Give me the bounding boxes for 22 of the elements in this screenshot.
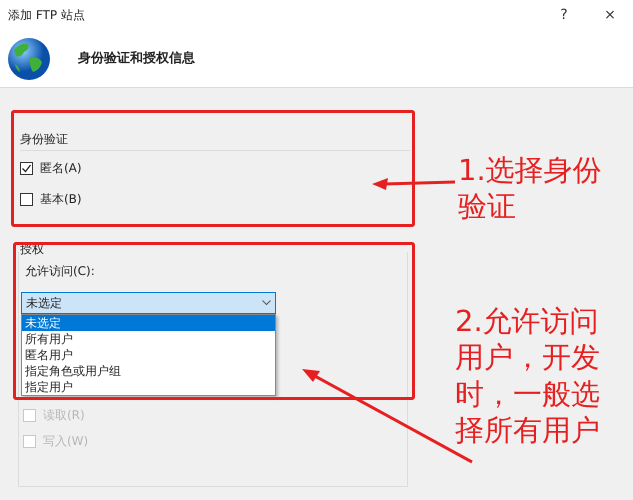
- header-title: 身份验证和授权信息: [78, 50, 195, 68]
- access-dropdown[interactable]: 未选定: [21, 292, 276, 314]
- dropdown-option[interactable]: 指定用户: [22, 379, 275, 395]
- checkbox-label: 读取(R): [43, 407, 85, 424]
- checkbox-label: 基本(B): [40, 191, 82, 208]
- globe-icon: [6, 36, 52, 82]
- help-button[interactable]: ?: [541, 4, 587, 26]
- field-label: 允许访问(C):: [25, 263, 95, 280]
- window-title: 添加 FTP 站点: [8, 7, 86, 24]
- checkbox-label: 匿名(A): [40, 160, 82, 177]
- dropdown-option[interactable]: 匿名用户: [22, 347, 275, 363]
- dropdown-option[interactable]: 未选定: [22, 315, 275, 331]
- close-button[interactable]: ×: [587, 4, 633, 26]
- dropdown-option[interactable]: 指定角色或用户组: [22, 363, 275, 379]
- checkbox-label: 写入(W): [43, 433, 88, 450]
- checkbox[interactable]: [20, 192, 33, 206]
- chevron-icon: [262, 300, 271, 306]
- annotation-text: 2.允许访问用户，开发时，一般选择所有用户: [455, 303, 601, 448]
- annotation-text: 1.选择身份验证: [458, 152, 603, 224]
- group-label: 身份验证: [20, 130, 410, 151]
- dropdown-option[interactable]: 所有用户: [22, 331, 275, 347]
- checkbox[interactable]: [20, 162, 33, 174]
